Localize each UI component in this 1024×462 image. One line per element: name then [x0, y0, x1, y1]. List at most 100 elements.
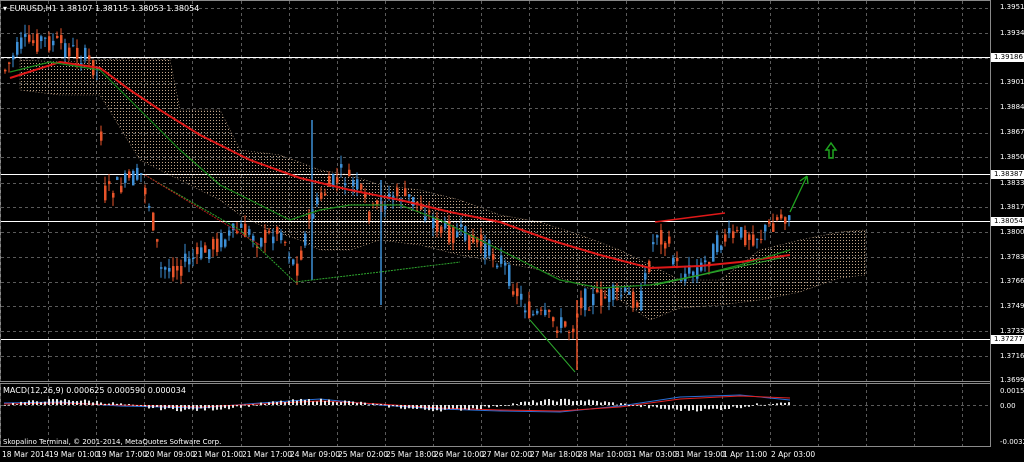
price-line-label: 1.38387 — [991, 170, 1024, 179]
candle-body — [764, 224, 767, 232]
macd-bar — [332, 401, 334, 405]
time-tick: 19 Mar 01:00 — [49, 450, 100, 459]
macd-bar — [656, 405, 658, 408]
macd-bar — [400, 405, 402, 409]
macd-bar — [720, 405, 722, 411]
time-tick: 19 Mar 17:00 — [97, 450, 148, 459]
macd-bar — [200, 405, 202, 409]
macd-bar — [76, 401, 78, 405]
candle-body — [656, 235, 659, 238]
macd-bar — [256, 405, 258, 406]
macd-bar — [188, 405, 190, 410]
macd-bar — [204, 405, 206, 411]
candle-body — [20, 37, 23, 49]
candle-body — [672, 257, 675, 265]
candle-body — [408, 194, 411, 197]
macd-bar — [636, 405, 638, 406]
candle-body — [496, 265, 499, 268]
candle-body — [192, 257, 195, 260]
candle-body — [64, 43, 67, 58]
candle-body — [460, 224, 463, 227]
candle-body — [756, 238, 759, 240]
dropdown-triangle-icon[interactable]: ▾ — [3, 4, 7, 13]
macd-tick: 0.001504 — [1000, 387, 1024, 395]
macd-bar — [480, 405, 482, 409]
time-tick: 21 Mar 17:00 — [242, 450, 293, 459]
chart-window[interactable]: ▾ EURUSD,H1 1.38107 1.38115 1.38053 1.38… — [0, 0, 1024, 462]
macd-bar — [404, 405, 406, 410]
trend-line — [654, 212, 726, 223]
macd-bar — [428, 405, 430, 411]
macd-bar — [164, 405, 166, 410]
macd-bar — [40, 402, 42, 405]
macd-bar — [696, 405, 698, 412]
macd-bar — [492, 404, 494, 406]
macd-bar — [628, 405, 630, 407]
macd-bar — [408, 405, 410, 409]
macd-bar — [220, 405, 222, 410]
buy-signal-arrow-icon[interactable] — [824, 141, 838, 159]
macd-bar — [764, 404, 766, 406]
macd-bar — [592, 400, 594, 405]
price-line-label: 1.37277 — [991, 335, 1024, 344]
candle-body — [560, 317, 563, 328]
candle-body — [100, 131, 103, 141]
candle-body — [168, 267, 171, 272]
candle-body — [196, 247, 199, 255]
macd-bar — [168, 405, 170, 409]
price-tick: 1.39345 — [1000, 29, 1024, 37]
macd-bar — [344, 400, 346, 405]
macd-bar — [376, 404, 378, 405]
candle-body — [368, 211, 371, 221]
macd-bar — [212, 405, 214, 411]
macd-bar — [372, 403, 374, 405]
candle-body — [456, 231, 459, 237]
macd-bar — [120, 403, 122, 405]
time-tick: 2 Apr 03:00 — [771, 450, 816, 459]
candle-body — [76, 47, 79, 59]
macd-bar — [160, 405, 162, 411]
candle-body — [696, 267, 699, 279]
macd-tick: 0.00 — [1000, 402, 1016, 410]
macd-bar — [432, 405, 434, 412]
macd-bar — [324, 400, 326, 405]
price-tick: 1.36995 — [1000, 376, 1024, 384]
macd-bar — [752, 405, 754, 406]
candle-body — [492, 254, 495, 260]
macd-bar — [472, 405, 474, 409]
time-tick: 20 Mar 09:00 — [145, 450, 196, 459]
candle-body — [292, 259, 295, 265]
candle-body — [8, 62, 11, 64]
macd-tick: -0.003242 — [1000, 438, 1024, 446]
candle-body — [324, 193, 327, 196]
macd-bar — [308, 399, 310, 405]
candle-body — [516, 288, 519, 297]
macd-bar — [412, 405, 414, 409]
macd-bar — [72, 400, 74, 405]
macd-bar — [524, 401, 526, 405]
macd-bar — [508, 405, 510, 406]
macd-bar — [788, 402, 790, 405]
candle-body — [704, 260, 707, 263]
macd-bar — [368, 404, 370, 406]
candle-body — [760, 238, 763, 240]
candle-body — [648, 261, 651, 272]
time-tick: 27 Mar 18:00 — [530, 450, 581, 459]
macd-bar — [180, 405, 182, 412]
candle-body — [720, 245, 723, 250]
candle-body — [596, 289, 599, 293]
macd-bar — [736, 405, 738, 408]
candle-body — [716, 235, 719, 253]
candle-body — [32, 40, 35, 44]
macd-bar — [320, 398, 322, 405]
macd-bar — [32, 400, 34, 405]
candle-body — [336, 177, 339, 183]
macd-bar — [172, 405, 174, 410]
macd-bar — [340, 401, 342, 405]
macd-bar — [388, 405, 390, 408]
candle-body — [608, 289, 611, 302]
candle-body — [68, 47, 71, 57]
candle-body — [432, 218, 435, 229]
candle-body — [316, 197, 319, 205]
macd-bar — [348, 400, 350, 405]
